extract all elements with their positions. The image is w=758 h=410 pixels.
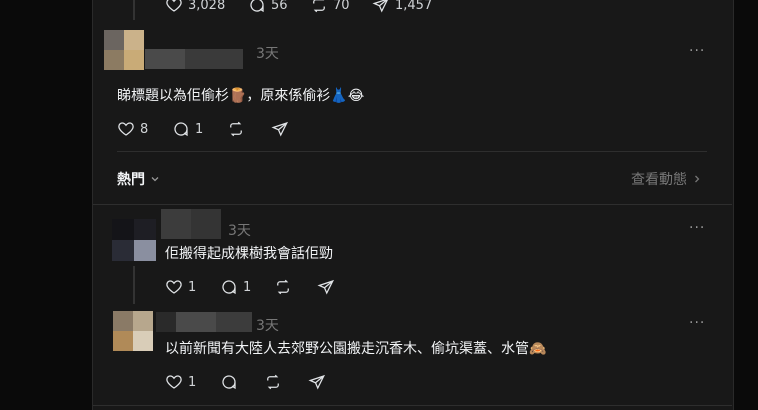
sort-label: 熱門 [117,172,145,188]
like-count: 1 [188,374,197,390]
send-icon [372,0,388,13]
avatar[interactable] [113,311,153,351]
comment-text: 佢搬得起成棵樹我會話佢勁 [165,246,333,262]
more-options-icon[interactable]: ··· [689,43,705,59]
view-activity-label: 查看動態 [631,172,687,188]
send-icon [317,279,335,295]
comment-icon [174,122,188,137]
comment-time: 3天 [256,46,279,62]
heart-icon [166,375,182,389]
more-options-icon[interactable]: ··· [689,220,705,236]
comment-action[interactable]: 56 [248,0,288,14]
send-icon [308,374,326,390]
heart-icon [118,122,134,136]
repost-action[interactable]: 70 [310,0,350,14]
username-blurred[interactable] [156,312,252,332]
like-action[interactable]: 3,028 [165,0,225,14]
avatar[interactable] [112,219,156,261]
divider [93,405,732,406]
repost-count: 70 [333,0,350,13]
comment-action[interactable]: 1 [172,120,203,138]
reply-count: 1 [243,279,252,295]
share-action[interactable] [317,278,335,296]
comment-count: 56 [271,0,288,13]
repost-icon [230,121,242,137]
like-action[interactable]: 8 [117,120,148,138]
chevron-down-icon [151,177,159,182]
share-count: 1,457 [395,0,433,13]
view-activity-link[interactable]: 查看動態 [631,169,703,189]
comment-text: 睇標題以為佢偷杉🪵，原來係偷衫👗😂 [117,88,365,104]
comment-time: 3天 [256,318,279,334]
repost-icon [277,279,289,295]
divider [117,151,707,152]
send-icon [271,121,289,137]
heart-icon [166,0,182,12]
repost-action[interactable] [264,373,282,391]
username-blurred[interactable] [145,49,243,69]
repost-action[interactable] [274,278,292,296]
divider [93,204,732,205]
like-count: 8 [140,121,149,137]
repost-icon [267,374,279,390]
thread-line [133,0,135,20]
chevron-right-icon [695,175,700,183]
like-count: 1 [188,279,197,295]
comment-icon [222,375,236,390]
comment-icon [222,280,236,295]
avatar[interactable] [104,30,144,70]
comment-text: 以前新聞有大陸人去郊野公園搬走沉香木、偷坑渠蓋、水管🙈 [165,341,547,357]
comment-action[interactable]: 1 [220,278,251,296]
thread-line [133,266,135,304]
username-blurred[interactable] [161,209,221,239]
sort-dropdown[interactable]: 熱門 [117,169,161,189]
comment-action[interactable] [220,373,238,391]
more-options-icon[interactable]: ··· [689,315,705,331]
heart-icon [166,280,182,294]
like-action[interactable]: 1 [165,278,196,296]
like-count: 3,028 [188,0,226,13]
repost-action[interactable] [227,120,245,138]
comment-time: 3天 [228,223,251,239]
reply-count: 1 [195,121,204,137]
comment-icon [250,0,264,13]
like-action[interactable]: 1 [165,373,196,391]
repost-icon [313,0,325,13]
share-action[interactable]: 1,457 [372,0,432,14]
share-action[interactable] [271,120,289,138]
share-action[interactable] [308,373,326,391]
